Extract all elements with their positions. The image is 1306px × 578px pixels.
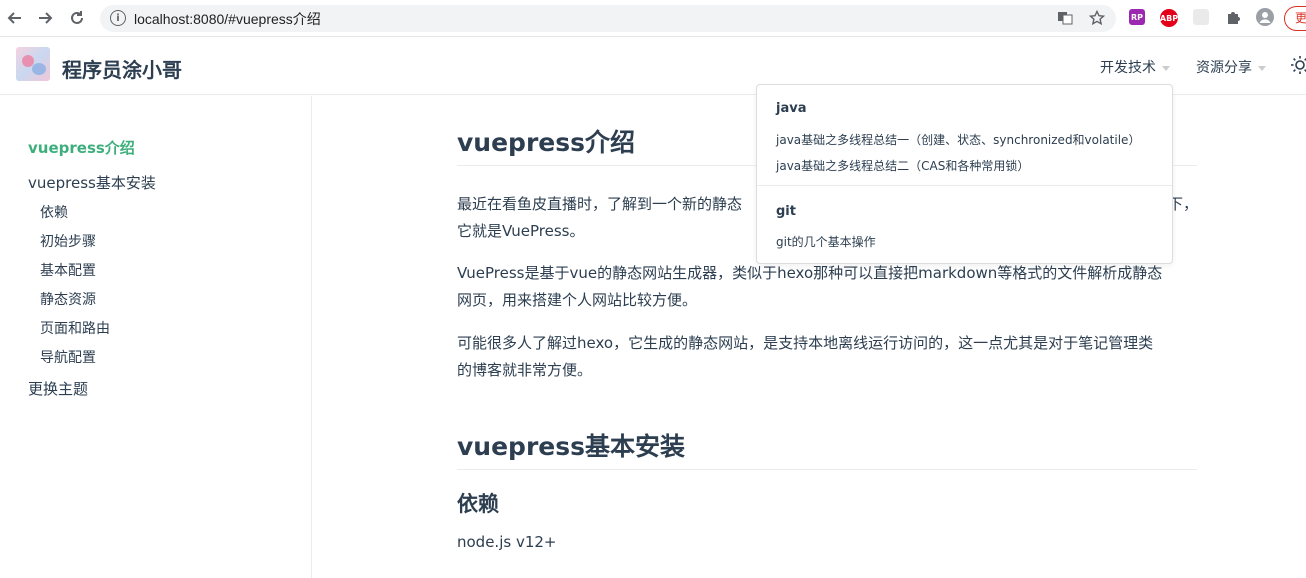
sidebar: vuepress介绍 vuepress基本安装 依赖 初始步骤 基本配置 静态资… (0, 96, 312, 578)
browser-update-button[interactable]: 更 (1284, 6, 1306, 31)
sidebar-item-init-steps[interactable]: 初始步骤 (40, 231, 96, 251)
dropdown-link-git-basics[interactable]: git的几个基本操作 (776, 233, 876, 250)
heading-install: vuepress基本安装 (457, 427, 1197, 470)
paragraph-line: 可能很多人了解过hexo，它生成的静态网站，是支持本地离线运行访问的，这一点尤其… (457, 334, 1154, 352)
translate-icon[interactable] (1056, 9, 1074, 27)
dev-tech-dropdown-menu: java java基础之多线程总结一（创建、状态、synchronized和vo… (756, 84, 1173, 264)
paragraph-line: VuePress是基于vue的静态网站生成器，类似于hexo那种可以直接把mar… (457, 264, 1163, 282)
nav-item-label: 资源分享 (1196, 60, 1252, 76)
adblock-plus-icon[interactable]: ABP (1160, 9, 1178, 27)
sidebar-item-pages-routing[interactable]: 页面和路由 (40, 318, 110, 338)
sidebar-item-change-theme[interactable]: 更换主题 (28, 378, 88, 399)
rp-extension-icon[interactable]: RP (1129, 9, 1145, 25)
paragraph-line: 的博客就非常方便。 (457, 361, 593, 379)
chevron-down-icon (1258, 65, 1266, 71)
sidebar-item-basic-config[interactable]: 基本配置 (40, 260, 96, 280)
paragraph-hexo: 可能很多人了解过hexo，它生成的静态网站，是支持本地离线运行访问的，这一点尤其… (457, 330, 1197, 384)
extensions-puzzle-icon[interactable] (1224, 8, 1242, 26)
address-bar[interactable]: i localhost:8080/#vuepress介绍 (100, 5, 1116, 32)
paragraph-vuepress-desc: VuePress是基于vue的静态网站生成器，类似于hexo那种可以直接把mar… (457, 260, 1197, 314)
site-title[interactable]: 程序员涂小哥 (62, 54, 182, 83)
chevron-down-icon (1162, 65, 1170, 71)
reload-icon[interactable] (64, 6, 90, 30)
sidebar-item-install[interactable]: vuepress基本安装 (28, 172, 156, 193)
paragraph-line: 最近在看鱼皮直播时，了解到一个新的静态 (457, 195, 743, 213)
heading-deps: 依赖 (457, 492, 499, 516)
forward-arrow-icon[interactable] (32, 6, 58, 30)
back-arrow-icon[interactable] (2, 6, 28, 30)
site-logo[interactable] (16, 47, 50, 81)
dropdown-group-title-java: java (776, 101, 807, 116)
dropdown-divider (757, 185, 1172, 186)
sun-theme-icon[interactable] (1290, 55, 1306, 75)
sidebar-item-nav-config[interactable]: 导航配置 (40, 347, 96, 367)
deps-text: node.js v12+ (457, 533, 557, 551)
nav-dropdown-resources[interactable]: 资源分享 (1196, 57, 1266, 77)
url-text[interactable]: localhost:8080/#vuepress介绍 (134, 9, 321, 29)
site-info-icon[interactable]: i (110, 10, 126, 26)
profile-avatar-icon[interactable] (1256, 8, 1274, 26)
sidebar-item-static-assets[interactable]: 静态资源 (40, 289, 96, 309)
paragraph-line: 网页，用来搭建个人网站比较方便。 (457, 291, 698, 309)
nav-dropdown-dev-tech[interactable]: 开发技术 (1100, 57, 1170, 77)
dropdown-link-java-threads-1[interactable]: java基础之多线程总结一（创建、状态、synchronized和volatil… (776, 131, 1140, 148)
nav-item-label: 开发技术 (1100, 60, 1156, 76)
dropdown-link-java-threads-2[interactable]: java基础之多线程总结二（CAS和各种常用锁） (776, 157, 1029, 174)
sidebar-item-deps[interactable]: 依赖 (40, 202, 68, 222)
bookmark-star-icon[interactable] (1088, 9, 1106, 27)
browser-toolbar: i localhost:8080/#vuepress介绍 RP ABP 更 (0, 0, 1306, 37)
extension-placeholder-icon[interactable] (1193, 9, 1209, 25)
sidebar-item-intro[interactable]: vuepress介绍 (28, 137, 135, 158)
dropdown-group-title-git: git (776, 204, 796, 219)
